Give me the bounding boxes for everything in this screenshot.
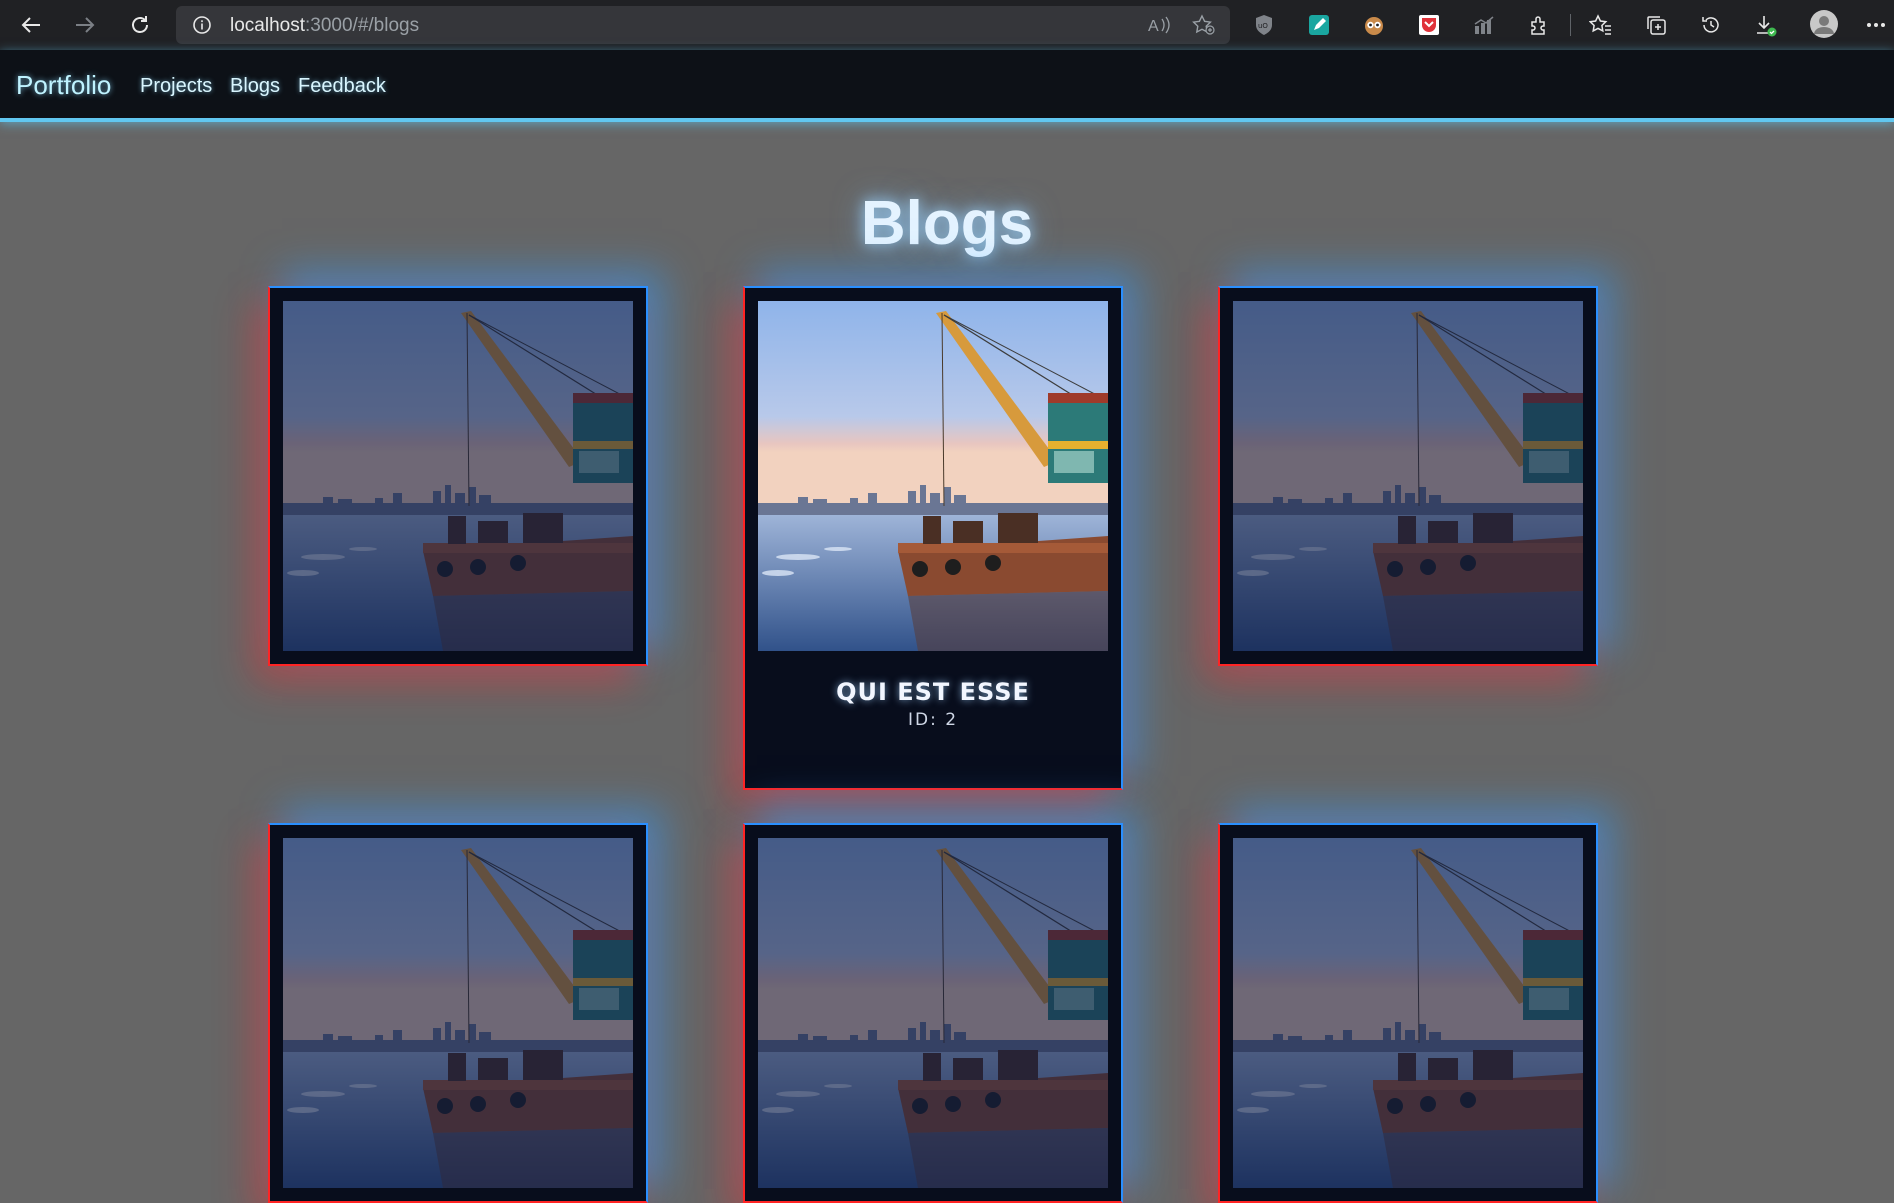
downloads-icon[interactable] [1752,11,1780,39]
blog-card-image [283,301,633,651]
browser-toolbar: localhost:3000/#/blogs A uO [0,0,1894,50]
url-path: :3000/#/blogs [305,15,420,36]
address-bar[interactable]: localhost:3000/#/blogs A [176,6,1230,44]
collections-icon[interactable] [1642,11,1670,39]
arrow-left-icon [21,17,40,33]
app-navbar: Portfolio Projects Blogs Feedback [0,50,1894,122]
page-title: Blogs [860,189,1034,258]
image-overlay [1233,301,1583,651]
image-overlay [283,838,633,1188]
read-aloud-icon[interactable]: A [1148,15,1172,35]
history-icon[interactable] [1697,11,1725,39]
reload-icon [132,16,148,33]
blog-card-image [758,301,1108,651]
image-overlay [758,838,1108,1188]
info-icon[interactable] [192,15,212,35]
profile-avatar[interactable] [1808,8,1840,40]
svg-text:uO: uO [1258,22,1268,30]
pen-extension-icon[interactable] [1305,11,1333,39]
blog-card-image [1233,301,1583,651]
blog-card[interactable] [1218,286,1598,666]
blog-card-image [283,838,633,1188]
stats-extension-icon[interactable] [1470,11,1498,39]
blog-card[interactable] [268,286,648,666]
nav-link-feedback[interactable]: Feedback [298,75,386,98]
brand-link[interactable]: Portfolio [16,70,111,101]
back-button[interactable] [14,8,48,42]
owl-extension-icon[interactable] [1360,11,1388,39]
blog-card-title: QUI EST ESSE [836,678,1030,706]
arrow-right-icon [76,17,95,33]
blog-card-hovered[interactable]: QUI EST ESSE ID: 2 [743,286,1123,790]
toolbar-divider [1570,14,1571,36]
pocket-extension-icon[interactable] [1415,11,1443,39]
extensions-puzzle-icon[interactable] [1525,11,1553,39]
image-overlay [1233,838,1583,1188]
image-overlay [283,301,633,651]
blog-card-image [1233,838,1583,1188]
blog-card[interactable] [1218,823,1598,1203]
reload-button[interactable] [123,8,157,42]
blog-card[interactable] [743,823,1123,1203]
svg-text:A: A [1148,18,1159,35]
forward-button[interactable] [68,8,102,42]
blog-card[interactable] [268,823,648,1203]
nav-link-projects[interactable]: Projects [140,75,212,98]
blog-card-image [758,838,1108,1188]
ublock-extension-icon[interactable]: uO [1250,11,1278,39]
url-host: localhost [230,15,305,36]
blog-card-caption: QUI EST ESSE ID: 2 [745,678,1121,730]
url-text[interactable]: localhost:3000/#/blogs [230,15,419,37]
blog-card-id: ID: 2 [907,710,959,730]
favorites-icon[interactable] [1587,11,1615,39]
more-menu-icon[interactable] [1862,11,1890,39]
nav-link-blogs[interactable]: Blogs [230,75,280,98]
add-favorite-icon[interactable] [1192,14,1216,36]
